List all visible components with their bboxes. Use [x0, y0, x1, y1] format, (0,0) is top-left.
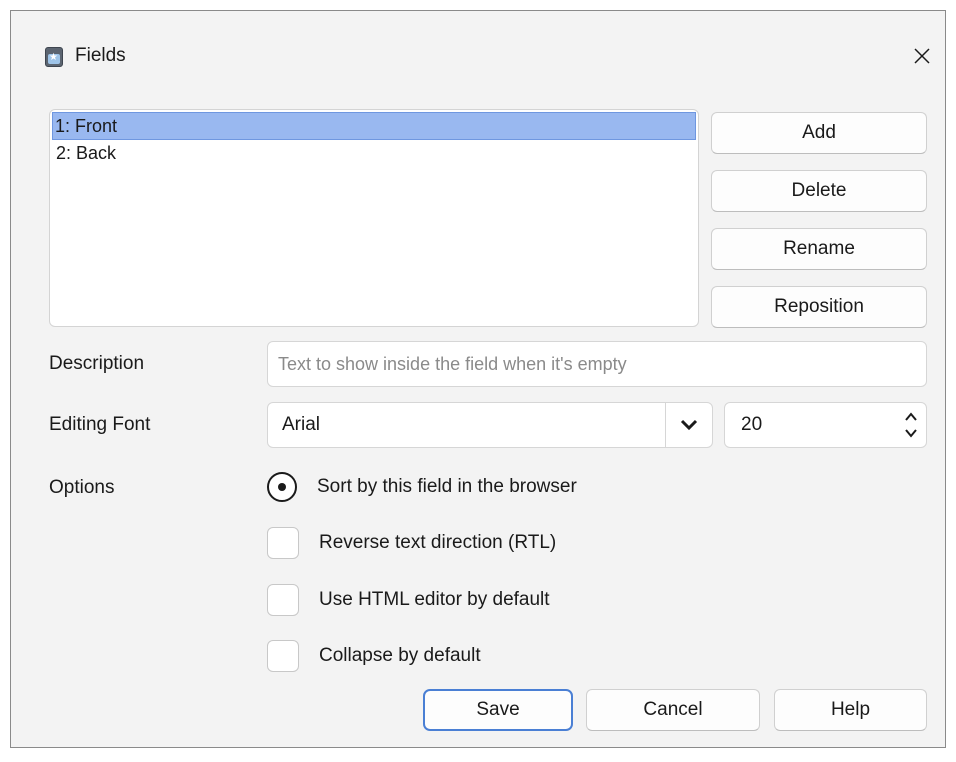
options-label: Options [49, 477, 115, 498]
list-item-back[interactable]: 2: Back [52, 140, 698, 168]
add-button[interactable]: Add [711, 112, 927, 154]
fields-dialog: ★ Fields 1: Front 2: Back Add Delete Ren… [10, 10, 946, 748]
radio-dot [278, 483, 286, 491]
description-placeholder: Text to show inside the field when it's … [278, 353, 627, 374]
list-item-front[interactable]: 1: Front [52, 112, 696, 140]
collapse-label: Collapse by default [319, 645, 481, 666]
collapse-checkbox[interactable] [267, 640, 299, 672]
rtl-option[interactable]: Reverse text direction (RTL) [267, 525, 556, 561]
sort-by-field-radio[interactable] [267, 472, 297, 502]
cancel-button[interactable]: Cancel [586, 689, 760, 731]
save-button[interactable]: Save [423, 689, 573, 731]
star-icon: ★ [49, 52, 58, 63]
font-select-value: Arial [282, 414, 321, 435]
close-button[interactable] [899, 33, 945, 79]
description-label: Description [49, 353, 145, 374]
html-editor-option[interactable]: Use HTML editor by default [267, 582, 550, 618]
chevron-down-icon [680, 419, 698, 431]
rtl-label: Reverse text direction (RTL) [319, 532, 557, 553]
app-icon: ★ [45, 47, 63, 67]
description-input[interactable]: Text to show inside the field when it's … [267, 341, 927, 387]
html-editor-label: Use HTML editor by default [319, 589, 550, 610]
html-editor-checkbox[interactable] [267, 584, 299, 616]
fields-list[interactable]: 1: Front 2: Back [49, 109, 699, 327]
font-dropdown-button[interactable] [665, 403, 712, 447]
delete-button[interactable]: Delete [711, 170, 927, 212]
collapse-option[interactable]: Collapse by default [267, 638, 481, 674]
font-select[interactable]: Arial [267, 402, 713, 448]
editing-font-label: Editing Font [49, 414, 151, 435]
close-icon [914, 48, 930, 64]
sort-by-field-option[interactable]: Sort by this field in the browser [267, 469, 577, 505]
rtl-checkbox[interactable] [267, 527, 299, 559]
title-bar[interactable]: ★ Fields [11, 11, 945, 93]
reposition-button[interactable]: Reposition [711, 286, 927, 328]
help-button[interactable]: Help [774, 689, 927, 731]
font-size-spinbox[interactable]: 20 [724, 402, 927, 448]
font-size-value: 20 [741, 414, 763, 435]
rename-button[interactable]: Rename [711, 228, 927, 270]
spin-arrows-icon[interactable] [904, 409, 918, 441]
sort-by-field-label: Sort by this field in the browser [317, 476, 577, 497]
window-title: Fields [75, 45, 126, 66]
